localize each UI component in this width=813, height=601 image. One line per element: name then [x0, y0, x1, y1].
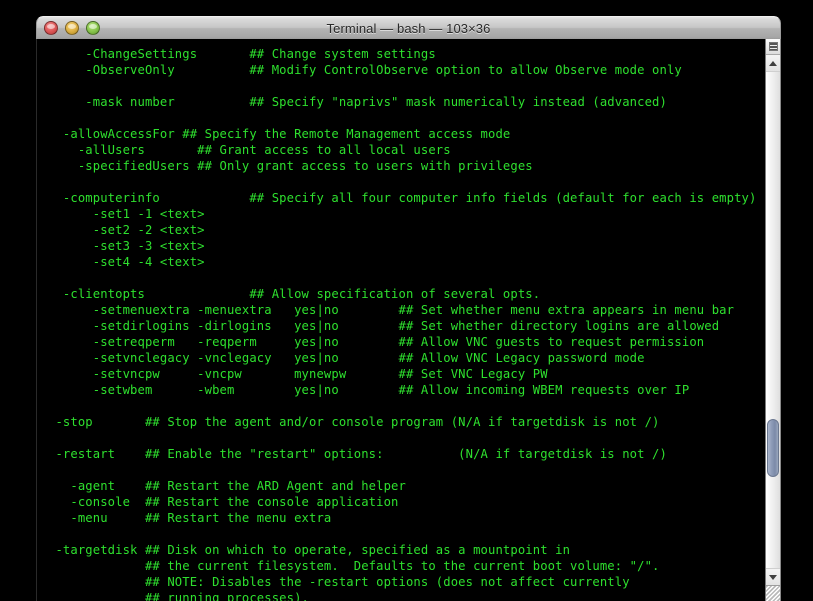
terminal-output-area[interactable]: -ChangeSettings ## Change system setting… [37, 39, 765, 601]
terminal-line: -setwbem -wbem yes|no ## Allow incoming … [48, 383, 690, 397]
terminal-line: -specifiedUsers ## Only grant access to … [48, 159, 533, 173]
terminal-line: -setmenuextra -menuextra yes|no ## Set w… [48, 303, 735, 317]
terminal-line: ## the current filesystem. Defaults to t… [48, 559, 660, 573]
scrollbar-menu-icon [768, 42, 778, 51]
scrollbar-track[interactable] [766, 72, 780, 568]
close-button[interactable] [44, 21, 58, 35]
terminal-line: -clientopts ## Allow specification of se… [48, 287, 541, 301]
triangle-up-icon [769, 60, 777, 66]
terminal-line: -computerinfo ## Specify all four comput… [48, 191, 757, 205]
terminal-line: ## NOTE: Disables the -restart options (… [48, 575, 630, 589]
scrollbar-down-button[interactable] [766, 568, 780, 585]
zoom-button[interactable] [86, 21, 100, 35]
terminal-window: Terminal — bash — 103×36 -ChangeSettings… [36, 16, 781, 601]
terminal-line: -agent ## Restart the ARD Agent and help… [48, 479, 406, 493]
terminal-line: -ChangeSettings ## Change system setting… [48, 47, 436, 61]
terminal-line: -set1 -1 <text> [48, 207, 205, 221]
window-titlebar[interactable]: Terminal — bash — 103×36 [36, 16, 781, 39]
terminal-line: -setreqperm -reqperm yes|no ## Allow VNC… [48, 335, 705, 349]
window-body: -ChangeSettings ## Change system setting… [36, 39, 781, 601]
window-controls [44, 21, 100, 35]
terminal-line: -setvncpw -vncpw mynewpw ## Set VNC Lega… [48, 367, 548, 381]
terminal-line: -stop ## Stop the agent and/or console p… [48, 415, 660, 429]
terminal-line: -restart ## Enable the "restart" options… [48, 447, 667, 461]
triangle-down-icon [769, 574, 777, 580]
terminal-line: -ObserveOnly ## Modify ControlObserve op… [48, 63, 682, 77]
terminal-line: -allUsers ## Grant access to all local u… [48, 143, 451, 157]
terminal-line: -set2 -2 <text> [48, 223, 205, 237]
terminal-line: -set3 -3 <text> [48, 239, 205, 253]
window-title: Terminal — bash — 103×36 [326, 20, 491, 36]
terminal-line: -setdirlogins -dirlogins yes|no ## Set w… [48, 319, 720, 333]
minimize-button[interactable] [65, 21, 79, 35]
terminal-line: -mask number ## Specify "naprivs" mask n… [48, 95, 667, 109]
scrollbar-thumb[interactable] [767, 419, 779, 478]
terminal-line: -set4 -4 <text> [48, 255, 205, 269]
terminal-line: ## running processes). [48, 591, 310, 601]
scrollbar-menu-button[interactable] [766, 39, 780, 55]
vertical-scrollbar[interactable] [765, 39, 781, 601]
resize-grip-icon[interactable] [766, 585, 780, 601]
terminal-line: -menu ## Restart the menu extra [48, 511, 332, 525]
scrollbar-up-button[interactable] [766, 55, 780, 72]
terminal-line: -allowAccessFor ## Specify the Remote Ma… [48, 127, 511, 141]
terminal-line: -targetdisk ## Disk on which to operate,… [48, 543, 571, 557]
terminal-line: -console ## Restart the console applicat… [48, 495, 399, 509]
terminal-line: -setvnclegacy -vnclegacy yes|no ## Allow… [48, 351, 645, 365]
desktop-background: Terminal — bash — 103×36 -ChangeSettings… [0, 0, 813, 601]
